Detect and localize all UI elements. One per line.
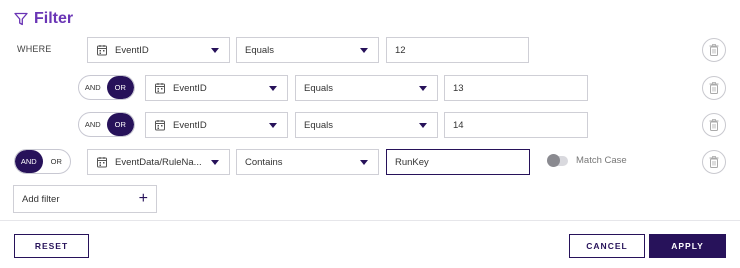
page-title: Filter	[34, 10, 74, 27]
value-input-row3[interactable]: 14	[444, 112, 588, 138]
field-select-value: EventData/RuleNa...	[115, 156, 202, 168]
value-input-text: 12	[395, 44, 406, 56]
and-or-toggle-row3[interactable]: AND OR	[78, 112, 135, 137]
operator-select-row1[interactable]: Equals	[236, 37, 379, 63]
field-select-row3[interactable]: EventID	[145, 112, 288, 138]
switch-knob	[547, 153, 560, 167]
chevron-down-icon	[360, 159, 368, 165]
value-input-text: 13	[453, 82, 464, 94]
chevron-down-icon	[269, 85, 277, 91]
calendar-icon	[97, 157, 107, 168]
delete-row3-button[interactable]	[702, 113, 726, 137]
plus-icon: +	[138, 190, 148, 207]
footer-divider	[0, 220, 740, 221]
trash-icon	[709, 156, 719, 168]
and-or-toggle-row2[interactable]: AND OR	[78, 75, 135, 100]
operator-select-row3[interactable]: Equals	[295, 112, 438, 138]
chevron-down-icon	[211, 159, 219, 165]
chevron-down-icon	[419, 85, 427, 91]
value-input-text: 14	[453, 119, 464, 131]
delete-row4-button[interactable]	[702, 150, 726, 174]
toggle-and-option[interactable]: AND	[79, 76, 107, 99]
trash-icon	[709, 82, 719, 94]
value-input-row2[interactable]: 13	[444, 75, 588, 101]
trash-icon	[709, 44, 719, 56]
and-or-toggle-row4[interactable]: AND OR	[14, 149, 71, 174]
delete-row2-button[interactable]	[702, 76, 726, 100]
operator-select-value: Contains	[245, 156, 283, 168]
calendar-icon	[97, 45, 107, 56]
chevron-down-icon	[211, 47, 219, 53]
add-filter-button[interactable]: Add filter +	[13, 185, 157, 213]
filter-header: Filter	[14, 8, 73, 30]
calendar-icon	[155, 83, 165, 94]
reset-button[interactable]: RESET	[14, 234, 89, 258]
operator-select-row2[interactable]: Equals	[295, 75, 438, 101]
value-input-row4[interactable]: RunKey	[386, 149, 530, 175]
apply-button[interactable]: APPLY	[649, 234, 726, 258]
operator-select-row4[interactable]: Contains	[236, 149, 379, 175]
toggle-or-option[interactable]: OR	[43, 150, 71, 173]
value-input-row1[interactable]: 12	[386, 37, 529, 63]
match-case-label: Match Case	[576, 155, 627, 166]
field-select-row4[interactable]: EventData/RuleNa...	[87, 149, 230, 175]
field-select-row2[interactable]: EventID	[145, 75, 288, 101]
calendar-icon	[155, 120, 165, 131]
toggle-and-option[interactable]: AND	[79, 113, 107, 136]
toggle-or-option[interactable]: OR	[106, 113, 134, 136]
field-select-row1[interactable]: EventID	[87, 37, 230, 63]
funnel-icon	[14, 12, 28, 26]
field-select-value: EventID	[173, 119, 207, 131]
chevron-down-icon	[360, 47, 368, 53]
field-select-value: EventID	[115, 44, 149, 56]
chevron-down-icon	[269, 122, 277, 128]
match-case-toggle[interactable]: Match Case	[547, 153, 627, 167]
toggle-or-option[interactable]: OR	[106, 76, 134, 99]
toggle-and-option[interactable]: AND	[15, 150, 43, 173]
operator-select-value: Equals	[304, 82, 334, 94]
field-select-value: EventID	[173, 82, 207, 94]
where-label: WHERE	[17, 44, 52, 54]
delete-row1-button[interactable]	[702, 38, 726, 62]
value-input-text: RunKey	[395, 156, 429, 168]
match-case-switch[interactable]	[547, 153, 568, 167]
operator-select-value: Equals	[245, 44, 275, 56]
trash-icon	[709, 119, 719, 131]
chevron-down-icon	[419, 122, 427, 128]
add-filter-label: Add filter	[22, 193, 60, 205]
cancel-button[interactable]: CANCEL	[569, 234, 645, 258]
operator-select-value: Equals	[304, 119, 334, 131]
